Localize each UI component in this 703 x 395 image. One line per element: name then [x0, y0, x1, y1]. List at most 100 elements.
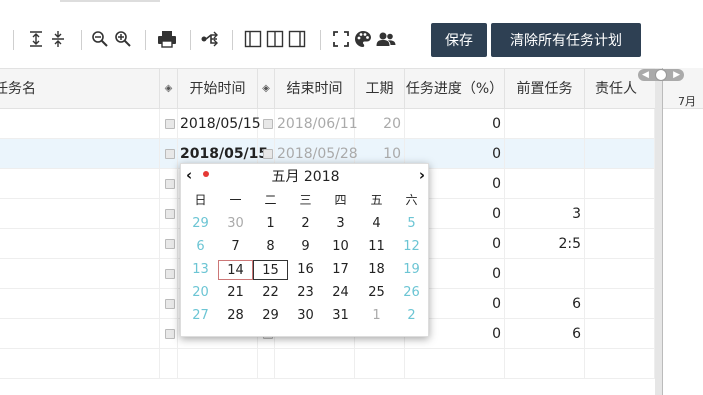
cell-task-name[interactable] — [0, 169, 160, 199]
cell-owner[interactable] — [585, 139, 655, 169]
calendar-day[interactable]: 22 — [253, 283, 288, 303]
scroll-right-icon[interactable]: ▶ — [673, 70, 680, 80]
expand-all-icon[interactable] — [27, 27, 45, 51]
calendar-day[interactable]: 6 — [183, 237, 218, 257]
calendar-day[interactable]: 29 — [253, 306, 288, 326]
calendar-day[interactable]: 4 — [359, 214, 394, 234]
zoom-in-icon[interactable] — [114, 27, 132, 51]
calendar-day[interactable]: 7 — [218, 237, 253, 257]
header-start-sort-icon[interactable]: ◈ — [160, 69, 178, 109]
row-checkbox[interactable] — [165, 149, 175, 159]
save-button[interactable]: 保存 — [431, 23, 487, 57]
calendar-day[interactable]: 14 — [218, 260, 253, 280]
cell-owner[interactable] — [585, 349, 655, 379]
cell-end[interactable]: 2018/06/11 — [275, 109, 358, 139]
cell-task-name[interactable] — [0, 289, 160, 319]
header-duration[interactable]: 工期 — [355, 69, 405, 109]
calendar-day[interactable]: 5 — [394, 214, 429, 234]
cell-predecessor[interactable]: 6 — [505, 289, 585, 319]
header-start-time[interactable]: 开始时间 — [178, 69, 258, 109]
cell-progress[interactable]: 0 — [405, 109, 505, 139]
calendar-day[interactable]: 8 — [253, 237, 288, 257]
calendar-day[interactable]: 16 — [288, 260, 323, 280]
cell-start[interactable] — [178, 349, 258, 379]
header-end-time[interactable]: 结束时间 — [275, 69, 355, 109]
cell-task-name[interactable] — [0, 319, 160, 349]
header-end-sort-icon[interactable]: ◈ — [258, 69, 275, 109]
cell-owner[interactable] — [585, 229, 655, 259]
calendar-day[interactable]: 2 — [288, 214, 323, 234]
cell-predecessor[interactable]: 2:5 — [505, 229, 585, 259]
cell-owner[interactable] — [585, 199, 655, 229]
cell-duration[interactable] — [355, 349, 405, 379]
calendar-day[interactable]: 13 — [183, 260, 218, 280]
calendar-day[interactable]: 2 — [394, 306, 429, 326]
cell-owner[interactable] — [585, 109, 655, 139]
cell-task-name[interactable] — [0, 109, 160, 139]
table-row[interactable]: 2018/05/15 2018/06/11 20 0 — [0, 109, 655, 139]
cell-start-check[interactable] — [160, 109, 178, 139]
cell-start-check[interactable] — [160, 139, 178, 169]
header-task-name[interactable]: 任务名 — [0, 69, 160, 109]
calendar-day[interactable]: 23 — [288, 283, 323, 303]
row-checkbox[interactable] — [165, 299, 175, 309]
cell-task-name[interactable] — [0, 349, 160, 379]
calendar-day[interactable]: 15 — [253, 260, 288, 280]
calendar-day[interactable]: 10 — [323, 237, 358, 257]
cell-end-check[interactable] — [258, 109, 275, 139]
calendar-day[interactable]: 19 — [394, 260, 429, 280]
calendar-day[interactable]: 27 — [183, 306, 218, 326]
users-icon[interactable] — [376, 27, 396, 51]
calendar-day[interactable]: 28 — [218, 306, 253, 326]
calendar-day[interactable]: 1 — [359, 306, 394, 326]
row-checkbox[interactable] — [165, 179, 175, 189]
cell-owner[interactable] — [585, 259, 655, 289]
calendar-day[interactable]: 20 — [183, 283, 218, 303]
row-checkbox[interactable] — [165, 119, 175, 129]
cell-task-name[interactable] — [0, 229, 160, 259]
cell-start-check[interactable] — [160, 319, 178, 349]
cell-owner[interactable] — [585, 319, 655, 349]
cell-predecessor[interactable]: 3 — [505, 199, 585, 229]
row-checkbox[interactable] — [263, 119, 273, 129]
cell-start-check[interactable] — [160, 259, 178, 289]
calendar-day[interactable]: 11 — [359, 237, 394, 257]
calendar-day[interactable]: 26 — [394, 283, 429, 303]
cell-start-check[interactable] — [160, 349, 178, 379]
calendar-day[interactable]: 3 — [323, 214, 358, 234]
header-progress[interactable]: 任务进度（%） — [405, 69, 505, 109]
row-checkbox[interactable] — [165, 239, 175, 249]
cell-predecessor[interactable] — [505, 259, 585, 289]
cell-duration[interactable]: 20 — [355, 109, 405, 139]
layout-grid-only-icon[interactable] — [243, 27, 263, 51]
calendar-day[interactable]: 31 — [323, 306, 358, 326]
calendar-day[interactable]: 24 — [323, 283, 358, 303]
cell-end[interactable] — [275, 349, 355, 379]
cell-start[interactable]: 2018/05/15 — [178, 109, 261, 139]
cell-predecessor[interactable] — [505, 109, 585, 139]
cell-predecessor[interactable]: 6 — [505, 319, 585, 349]
calendar-day[interactable]: 9 — [288, 237, 323, 257]
cell-task-name[interactable] — [0, 139, 160, 169]
calendar-day[interactable]: 21 — [218, 283, 253, 303]
row-checkbox[interactable] — [165, 209, 175, 219]
layout-gantt-only-icon[interactable] — [287, 27, 307, 51]
cell-predecessor[interactable] — [505, 169, 585, 199]
zoom-out-icon[interactable] — [91, 27, 109, 51]
cell-task-name[interactable] — [0, 259, 160, 289]
calendar-day[interactable]: 29 — [183, 214, 218, 234]
calendar-day[interactable]: 17 — [323, 260, 358, 280]
calendar-day[interactable]: 25 — [359, 283, 394, 303]
print-icon[interactable] — [156, 27, 178, 51]
scroll-knob[interactable] — [655, 69, 667, 81]
clear-all-tasks-button[interactable]: 清除所有任务计划 — [491, 23, 641, 57]
cell-predecessor[interactable] — [505, 139, 585, 169]
row-checkbox[interactable] — [165, 329, 175, 339]
cell-start-check[interactable] — [160, 199, 178, 229]
calendar-day[interactable]: 18 — [359, 260, 394, 280]
cell-end-check[interactable] — [258, 349, 275, 379]
next-month-icon[interactable]: › — [419, 166, 425, 184]
cell-owner[interactable] — [585, 289, 655, 319]
table-row[interactable] — [0, 349, 655, 379]
splitter-bar[interactable] — [655, 68, 663, 395]
